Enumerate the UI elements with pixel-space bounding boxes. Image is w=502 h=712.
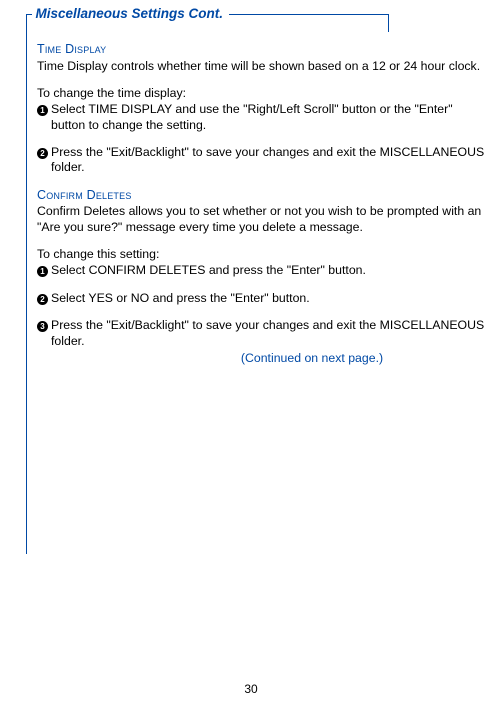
confirm-deletes-heading: Confirm Deletes [37,188,487,204]
time-display-intro: Time Display controls whether time will … [37,59,487,74]
step-number-icon: 3 [37,318,51,349]
step-number-icon: 1 [37,263,51,278]
body-text: Time Display Time Display controls wheth… [27,36,487,366]
section-header-bar: Miscellaneous Settings Cont. [27,14,488,32]
time-step-2: 2 Press the "Exit/Backlight" to save you… [37,145,487,176]
page-number: 30 [0,682,502,696]
confirm-deletes-intro: Confirm Deletes allows you to set whethe… [37,204,487,235]
confirm-step-2: 2 Select YES or NO and press the "Enter"… [37,291,487,306]
continued-note: (Continued on next page.) [37,351,487,366]
section-title: Miscellaneous Settings Cont. [32,7,230,20]
step-text: Press the "Exit/Backlight" to save your … [51,145,487,176]
step-text: Select CONFIRM DELETES and press the "En… [51,263,487,278]
page-content: Miscellaneous Settings Cont. Time Displa… [26,14,488,554]
time-display-leadin: To change the time display: [37,86,487,101]
confirm-step-3: 3 Press the "Exit/Backlight" to save you… [37,318,487,349]
step-number-icon: 1 [37,102,51,133]
time-step-1: 1 Select TIME DISPLAY and use the "Right… [37,102,487,133]
header-rule-right [229,14,389,32]
time-display-heading: Time Display [37,42,487,58]
step-number-icon: 2 [37,291,51,306]
step-number-icon: 2 [37,145,51,176]
step-text: Select TIME DISPLAY and use the "Right/L… [51,102,487,133]
step-text: Select YES or NO and press the "Enter" b… [51,291,487,306]
step-text: Press the "Exit/Backlight" to save your … [51,318,487,349]
confirm-deletes-leadin: To change this setting: [37,247,487,262]
confirm-step-1: 1 Select CONFIRM DELETES and press the "… [37,263,487,278]
